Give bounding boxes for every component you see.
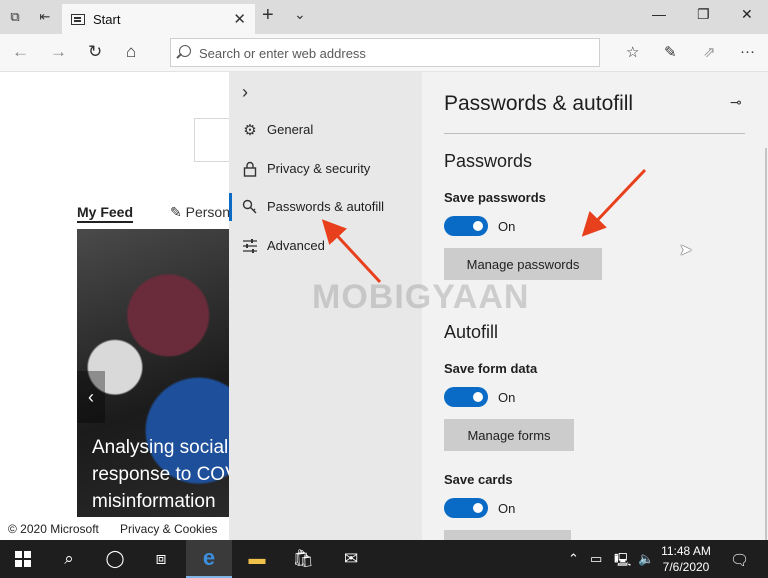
start-button[interactable] xyxy=(0,540,46,578)
clock-time: 11:48 AM xyxy=(661,544,711,558)
caption-line: misinformation xyxy=(92,491,216,512)
start-page-icon xyxy=(71,14,85,25)
gear-icon: ⚙ xyxy=(243,122,257,139)
settings-nav-advanced[interactable]: Advanced xyxy=(229,228,422,264)
settings-nav-privacy[interactable]: Privacy & security xyxy=(229,151,422,187)
nav-label: Advanced xyxy=(267,238,325,253)
scrollbar[interactable] xyxy=(765,148,767,540)
close-tab-icon[interactable]: ✕ xyxy=(233,10,246,28)
tab-bar: ⧉ ⇤ Start ✕ + ⌄ — ❐ ✕ xyxy=(0,0,768,34)
refresh-icon[interactable]: ↻ xyxy=(88,42,102,62)
copyright-text: © 2020 Microsoft xyxy=(8,522,99,536)
address-bar[interactable] xyxy=(170,38,600,67)
manage-cards-button[interactable] xyxy=(444,530,571,540)
expand-chevron-icon[interactable]: › xyxy=(242,82,248,103)
tab-start[interactable]: Start ✕ xyxy=(62,4,255,34)
tab-title: Start xyxy=(93,12,121,27)
navigation-bar: ← → ↻ ⌂ ☆ ✎ ⇗ ··· xyxy=(0,34,768,72)
caption-line: response to COV xyxy=(92,464,232,485)
store-icon[interactable]: 🛍 xyxy=(280,540,326,578)
caption-line: Analysing social xyxy=(92,437,229,458)
save-form-data-state: On xyxy=(498,390,516,405)
watermark: MOBIGYAAN xyxy=(312,278,530,316)
search-icon xyxy=(179,45,191,57)
page-footer: © 2020 Microsoft Privacy & Cookies xyxy=(0,518,229,540)
address-input[interactable] xyxy=(199,43,589,63)
save-passwords-state: On xyxy=(498,219,516,234)
windows-taskbar: ⌕ ◯ ⧈ e ▬ 🛍 ✉ ⌃ ▭ 🖳 🔈 11:48 AM 7/6/2020 … xyxy=(0,540,768,578)
close-window-icon[interactable]: ✕ xyxy=(741,6,753,23)
divider xyxy=(444,133,745,134)
search-taskbar-icon[interactable]: ⌕ xyxy=(46,540,92,578)
save-passwords-label: Save passwords xyxy=(444,190,546,205)
clock-date: 7/6/2020 xyxy=(662,560,710,574)
passwords-heading: Passwords xyxy=(444,151,533,171)
carousel-prev-icon[interactable]: ‹ xyxy=(77,371,105,423)
taskbar-clock[interactable]: 11:48 AM 7/6/2020 xyxy=(655,543,717,575)
save-cards-state: On xyxy=(498,501,516,516)
file-explorer-icon[interactable]: ▬ xyxy=(234,540,280,578)
save-cards-label: Save cards xyxy=(444,472,513,487)
cortana-icon[interactable]: ◯ xyxy=(92,540,138,578)
manage-passwords-button[interactable]: Manage passwords xyxy=(444,248,602,280)
forward-icon[interactable]: → xyxy=(50,42,67,62)
network-icon[interactable]: 🖳 xyxy=(614,551,631,573)
volume-icon[interactable]: 🔈 xyxy=(638,551,654,567)
sliders-icon xyxy=(241,237,259,255)
pen-icon[interactable]: ✎ xyxy=(664,43,677,61)
tab-my-feed[interactable]: My Feed xyxy=(77,204,134,223)
restore-icon[interactable]: ❐ xyxy=(697,6,710,23)
more-icon[interactable]: ··· xyxy=(740,43,755,60)
pin-icon[interactable]: ⊸ xyxy=(730,94,742,111)
privacy-cookies-link[interactable]: Privacy & Cookies xyxy=(120,522,217,536)
action-center-icon[interactable]: 🗨 xyxy=(730,551,749,569)
task-view-icon[interactable]: ⧈ xyxy=(138,540,184,578)
save-form-data-toggle[interactable] xyxy=(444,387,488,407)
device-icon[interactable]: ▭ xyxy=(590,551,602,567)
settings-nav-general[interactable]: ⚙ General xyxy=(229,112,422,148)
page-title: Passwords & autofill xyxy=(444,92,634,115)
nav-label: General xyxy=(267,122,314,137)
lock-icon xyxy=(241,160,259,178)
save-cards-toggle[interactable] xyxy=(444,498,488,518)
windows-logo-icon xyxy=(15,551,31,567)
edge-icon[interactable]: e xyxy=(186,540,232,578)
news-caption[interactable]: Analysing social response to COV misinfo… xyxy=(92,434,232,515)
new-tab-icon[interactable]: + xyxy=(262,4,274,27)
tab-preview-chevron-icon[interactable]: ⌄ xyxy=(294,6,306,23)
save-passwords-toggle[interactable] xyxy=(444,216,488,236)
manage-forms-button[interactable]: Manage forms xyxy=(444,419,574,451)
autofill-heading: Autofill xyxy=(444,322,499,342)
key-icon xyxy=(241,198,259,216)
tab-actions-icon[interactable]: ⧉ xyxy=(6,8,24,26)
minimize-icon[interactable]: — xyxy=(652,6,666,22)
nav-label: Privacy & security xyxy=(267,161,371,176)
nav-label: Passwords & autofill xyxy=(267,199,385,214)
favorites-icon[interactable]: ☆ xyxy=(626,43,639,61)
save-form-data-label: Save form data xyxy=(444,361,538,376)
home-icon[interactable]: ⌂ xyxy=(126,42,136,62)
web-search-box[interactable] xyxy=(194,118,234,162)
back-icon[interactable]: ← xyxy=(12,42,29,62)
tab-personalize[interactable]: ✎ Person xyxy=(170,204,230,221)
share-icon[interactable]: ⇗ xyxy=(703,43,716,61)
mouse-cursor-icon: ➤ xyxy=(679,242,693,259)
settings-nav-passwords[interactable]: Passwords & autofill xyxy=(229,189,422,225)
set-aside-tabs-icon[interactable]: ⇤ xyxy=(36,8,54,26)
show-hidden-icons-icon[interactable]: ⌃ xyxy=(568,551,579,567)
personalize-label: Person xyxy=(185,204,230,220)
mail-icon[interactable]: ✉ xyxy=(328,540,374,578)
